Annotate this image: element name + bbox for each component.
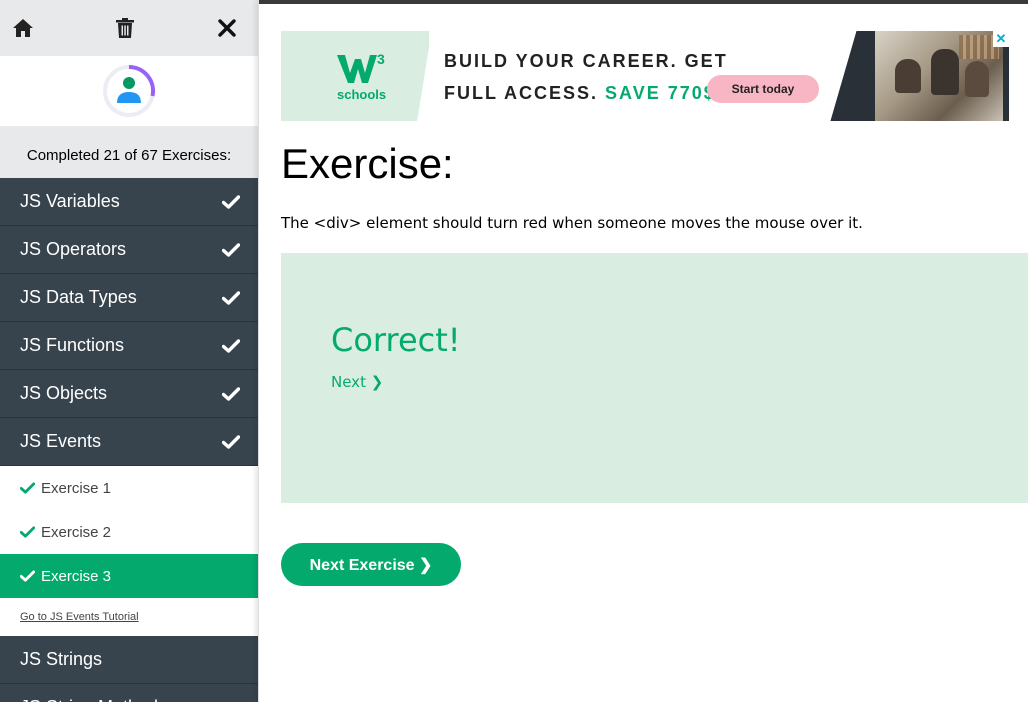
advertisement-banner[interactable]: 3 schools BUILD YOUR CAREER. GET FULL AC… [281, 31, 1009, 121]
page-title: Exercise: [281, 140, 454, 187]
sidebar-toolbar [0, 0, 258, 56]
category-label: JS Objects [20, 383, 108, 403]
tutorial-link[interactable]: Go to JS Events Tutorial [0, 598, 258, 636]
correct-message: Correct! [331, 321, 461, 359]
exercise-item[interactable]: Exercise 1 [0, 466, 258, 510]
category-label: JS Variables [20, 191, 120, 211]
close-icon[interactable] [214, 15, 240, 41]
category-item[interactable]: JS Operators [0, 226, 258, 274]
category-label: JS Operators [20, 239, 127, 259]
home-icon[interactable] [10, 15, 36, 41]
exercise-label: Exercise 1 [41, 479, 112, 497]
check-icon [222, 242, 240, 257]
category-item[interactable]: JS Data Types [0, 274, 258, 322]
category-item[interactable]: JS Strings [0, 636, 258, 684]
category-item[interactable]: JS String Methods [0, 684, 258, 702]
w3schools-logo: 3 schools [281, 31, 429, 121]
category-label: JS Events [20, 431, 102, 451]
ad-close-icon[interactable]: ✕ [993, 31, 1009, 47]
exercise-item[interactable]: Exercise 2 [0, 510, 258, 554]
ad-line-2-a: FULL ACCESS. [444, 83, 599, 103]
category-item[interactable]: JS Events [0, 418, 258, 466]
category-label: JS String Methods [20, 697, 167, 702]
check-icon [222, 338, 240, 353]
check-icon [20, 482, 35, 494]
progress-ring [103, 64, 155, 117]
ad-save-text: SAVE 770$ [605, 83, 716, 103]
next-link[interactable]: Next ❯ [331, 373, 383, 391]
category-label: JS Strings [20, 649, 103, 669]
check-icon [20, 526, 35, 538]
result-panel: Correct! Next ❯ [281, 253, 1028, 503]
start-today-button[interactable]: Start today [707, 75, 819, 103]
category-item[interactable]: JS Functions [0, 322, 258, 370]
avatar-progress [0, 56, 258, 126]
category-item[interactable]: JS Objects [0, 370, 258, 418]
ad-line-2: FULL ACCESS. SAVE 770$ [444, 77, 728, 109]
exercise-sidebar: Completed 21 of 67 Exercises: JS Variabl… [0, 0, 259, 702]
exercise-item[interactable]: Exercise 3 [0, 554, 258, 598]
ad-headline: BUILD YOUR CAREER. GET FULL ACCESS. SAVE… [444, 45, 728, 109]
ad-line-1: BUILD YOUR CAREER. GET [444, 51, 728, 71]
category-label: JS Data Types [20, 287, 137, 307]
logo-text: schools [337, 87, 387, 102]
ad-photo [830, 31, 1009, 121]
w3-logo-mark [337, 55, 377, 83]
trash-icon[interactable] [112, 15, 138, 41]
check-icon [222, 194, 240, 209]
check-icon [20, 570, 35, 582]
progress-text: Completed 21 of 67 Exercises: [0, 126, 258, 178]
exercise-description: The <div> element should turn red when s… [281, 214, 863, 232]
category-item[interactable]: JS Variables [0, 178, 258, 226]
logo-superscript: 3 [377, 51, 385, 67]
check-icon [222, 290, 240, 305]
check-icon [222, 434, 240, 449]
next-exercise-button[interactable]: Next Exercise ❯ [281, 543, 461, 586]
category-label: JS Functions [20, 335, 125, 355]
check-icon [222, 386, 240, 401]
exercise-label: Exercise 3 [41, 567, 112, 585]
exercise-label: Exercise 2 [41, 523, 112, 541]
